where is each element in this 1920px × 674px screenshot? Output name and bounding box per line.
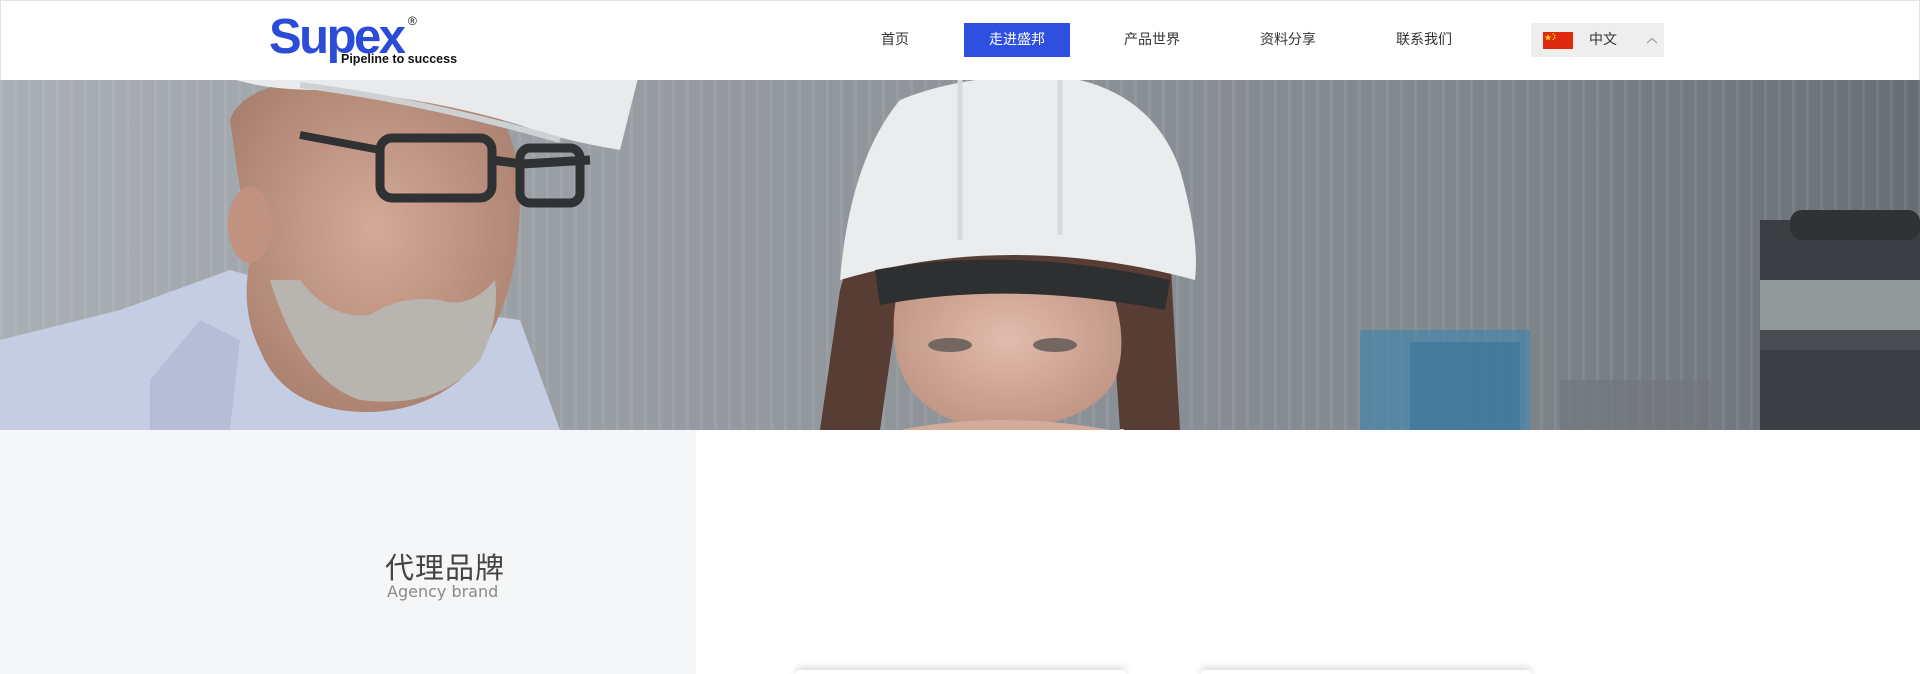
logo-tagline: Pipeline to success bbox=[341, 52, 458, 66]
language-label: 中文 bbox=[1589, 32, 1617, 48]
nav-item-about[interactable]: 走进盛邦 bbox=[964, 23, 1070, 57]
language-selector[interactable]: 中文 bbox=[1531, 23, 1664, 57]
nav-item-products[interactable]: 产品世界 bbox=[1116, 23, 1188, 57]
site-header: Supex ® Pipeline to success 首页 走进盛邦 产品世界… bbox=[0, 0, 1920, 80]
section-subtitle: Agency brand bbox=[387, 582, 499, 601]
registered-mark: ® bbox=[408, 14, 417, 28]
china-flag-icon bbox=[1543, 32, 1573, 49]
hero-image bbox=[0, 80, 1920, 430]
section-title: 代理品牌 bbox=[385, 551, 506, 585]
nav-item-resources[interactable]: 资料分享 bbox=[1252, 23, 1324, 57]
nav-item-contact[interactable]: 联系我们 bbox=[1388, 23, 1460, 57]
supex-logo[interactable]: Supex ® Pipeline to success bbox=[269, 11, 469, 69]
chevron-up-icon bbox=[1645, 33, 1659, 47]
agency-brand-panel: 代理品牌 Agency brand bbox=[0, 430, 696, 674]
hero-banner bbox=[0, 80, 1920, 430]
brand-card[interactable] bbox=[1201, 670, 1531, 674]
nav-item-home[interactable]: 首页 bbox=[867, 23, 923, 57]
brand-cards-area bbox=[696, 430, 1920, 674]
brand-card[interactable] bbox=[796, 670, 1126, 674]
